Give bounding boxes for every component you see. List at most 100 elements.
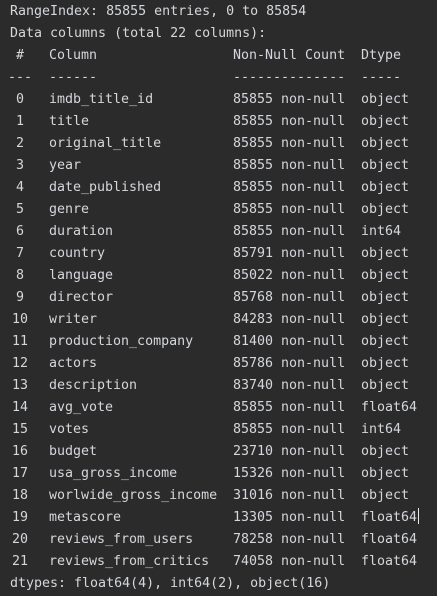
table-row: 8 language 85022 non-null object [0,265,437,287]
row-non-null-count: 85791 non-null [233,246,346,261]
row-column-name: metascore [49,510,122,525]
table-row: 6 duration 85855 non-null int64 [0,221,437,243]
row-dtype: object [361,290,410,305]
row-column-name: actors [49,356,98,371]
row-dtype: object [361,488,410,503]
data-columns-line: Data columns (total 22 columns): [10,26,267,41]
row-column-name: reviews_from_critics [49,554,210,569]
table-row: 15 votes 85855 non-null int64 [0,419,437,441]
row-column-name: duration [49,224,114,239]
row-dtype: object [361,312,410,327]
row-column-name: imdb_title_id [49,92,154,107]
row-dtype: object [361,136,410,151]
row-non-null-count: 85022 non-null [233,268,346,283]
separator-count: -------------- [233,70,346,85]
table-row: 9 director 85768 non-null object [0,287,437,309]
table-row: 13 description 83740 non-null object [0,375,437,397]
table-row: 17 usa_gross_income 15326 non-null object [0,463,437,485]
row-dtype: int64 [361,224,402,239]
row-non-null-count: 84283 non-null [233,312,346,327]
row-non-null-count: 85855 non-null [233,92,346,107]
row-column-name: director [49,290,114,305]
row-column-name: genre [49,202,90,217]
row-non-null-count: 15326 non-null [233,466,346,481]
row-dtype: object [361,356,410,371]
row-index: 12 [11,356,28,371]
row-index: 10 [11,312,28,327]
table-body: 0 imdb_title_id 85855 non-null object 1 title… [0,89,437,573]
separator-index: --- [7,70,33,85]
range-index-line: RangeIndex: 85855 entries, 0 to 85854 [10,4,307,19]
table-row: 10 writer 84283 non-null object [0,309,437,331]
row-dtype: int64 [361,422,402,437]
row-dtype: float64 [361,508,420,525]
table-row: 7 country 85791 non-null object [0,243,437,265]
row-non-null-count: 85855 non-null [233,400,346,415]
table-row: 0 imdb_title_id 85855 non-null object [0,89,437,111]
row-dtype: object [361,202,410,217]
row-non-null-count: 85855 non-null [233,224,346,239]
row-non-null-count: 85855 non-null [233,136,346,151]
table-row: 11 production_company 81400 non-null object [0,331,437,353]
row-column-name: country [49,246,106,261]
row-index: 15 [11,422,28,437]
row-index: 11 [11,334,28,349]
row-dtype: object [361,334,410,349]
header-column: Column [49,48,98,63]
table-header: # Column Non-Null Count Dtype [0,45,437,67]
row-index: 1 [15,114,24,129]
table-row: 4 date_published 85855 non-null object [0,177,437,199]
dtypes-summary-line: dtypes: float64(4), int64(2), object(16) [10,576,331,591]
row-dtype: float64 [361,400,418,415]
row-dtype: float64 [361,554,418,569]
row-non-null-count: 85855 non-null [233,180,346,195]
row-index: 17 [11,466,28,481]
row-index: 14 [11,400,28,415]
separator-column: ------ [49,70,98,85]
row-non-null-count: 23710 non-null [233,444,346,459]
table-row: 16 budget 23710 non-null object [0,441,437,463]
row-index: 6 [15,224,24,239]
header-dtype: Dtype [361,48,402,63]
table-row: 20 reviews_from_users 78258 non-null float6… [0,529,437,551]
row-index: 19 [11,510,28,525]
row-index: 20 [11,532,28,547]
table-row: 12 actors 85786 non-null object [0,353,437,375]
table-row: 21 reviews_from_critics 74058 non-null floa… [0,551,437,573]
row-dtype: object [361,180,410,195]
table-separator: --- ------ -------------- ----- [0,67,437,89]
row-column-name: budget [49,444,98,459]
table-row: 1 title 85855 non-null object [0,111,437,133]
row-column-name: reviews_from_users [49,532,194,547]
header-index: # [15,48,24,63]
row-non-null-count: 31016 non-null [233,488,346,503]
row-dtype: float64 [361,532,418,547]
row-column-name: title [49,114,90,129]
row-non-null-count: 83740 non-null [233,378,346,393]
row-index: 9 [15,290,24,305]
row-column-name: original_title [49,136,162,151]
row-column-name: language [49,268,114,283]
row-non-null-count: 85855 non-null [233,202,346,217]
row-dtype: object [361,114,410,129]
table-row: 19 metascore 13305 non-null float64 [0,507,437,529]
row-dtype: object [361,158,410,173]
row-column-name: production_company [49,334,194,349]
row-column-name: worlwide_gross_income [49,488,218,503]
row-index: 5 [15,202,24,217]
row-non-null-count: 85855 non-null [233,422,346,437]
table-row: 3 year 85855 non-null object [0,155,437,177]
row-column-name: usa_gross_income [49,466,178,481]
row-index: 13 [11,378,28,393]
console-output[interactable]: RangeIndex: 85855 entries, 0 to 85854 Da… [0,0,437,596]
row-column-name: writer [49,312,98,327]
row-index: 21 [11,554,28,569]
row-non-null-count: 13305 non-null [233,510,346,525]
row-dtype: object [361,268,410,283]
row-index: 8 [15,268,24,283]
row-non-null-count: 74058 non-null [233,554,346,569]
table-row: 14 avg_vote 85855 non-null float64 [0,397,437,419]
row-dtype: object [361,246,410,261]
row-non-null-count: 81400 non-null [233,334,346,349]
row-index: 0 [15,92,24,107]
